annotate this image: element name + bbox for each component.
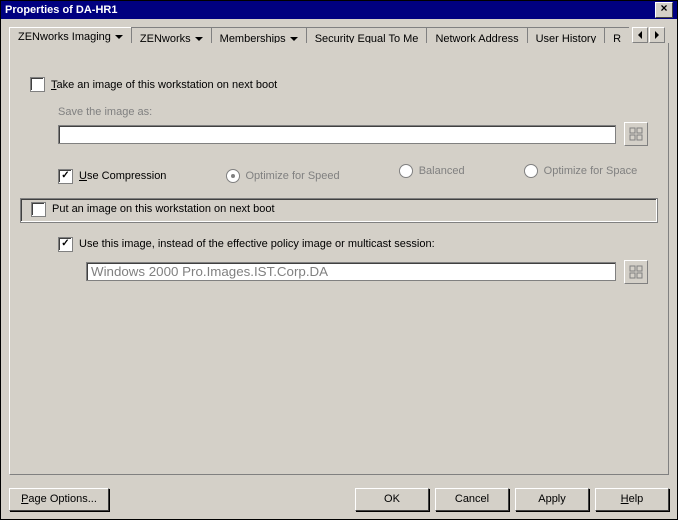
opt-speed-radio: Optimize for Speed — [226, 169, 340, 183]
window-title: Properties of DA-HR1 — [5, 1, 117, 19]
chevron-down-icon — [195, 37, 203, 41]
tab-scroll-right-button[interactable] — [649, 27, 665, 43]
checkbox-box — [31, 202, 46, 217]
opt-balanced-radio: Balanced — [399, 164, 465, 178]
take-image-label: Take an image of this workstation on nex… — [51, 79, 277, 91]
browse-icon — [629, 265, 643, 279]
browse-icon — [629, 127, 643, 141]
radio-dot — [226, 169, 240, 183]
cancel-button[interactable]: Cancel — [435, 488, 509, 511]
triangle-left-icon — [638, 31, 642, 39]
tab-label: ZENworks Imaging — [18, 31, 111, 43]
use-this-image-label: Use this image, instead of the effective… — [79, 238, 435, 250]
save-image-input — [58, 125, 616, 144]
apply-button[interactable]: Apply — [515, 488, 589, 511]
checkbox-box — [30, 77, 45, 92]
save-image-label: Save the image as: — [58, 106, 152, 118]
use-compression-label: Use Compression — [79, 170, 166, 182]
chevron-down-icon — [290, 37, 298, 41]
page-options-button[interactable]: Page Options... — [9, 488, 109, 511]
radio-dot — [399, 164, 413, 178]
tab-scroll-left-button[interactable] — [632, 27, 648, 43]
help-button[interactable]: Help — [595, 488, 669, 511]
put-image-label: Put an image on this workstation on next… — [52, 203, 275, 215]
opt-space-radio: Optimize for Space — [524, 164, 638, 178]
chevron-down-icon — [115, 35, 123, 39]
take-image-checkbox[interactable]: Take an image of this workstation on nex… — [30, 77, 277, 92]
image-path-input — [86, 262, 616, 281]
use-this-image-checkbox[interactable]: Use this image, instead of the effective… — [58, 237, 435, 252]
checkbox-box — [58, 237, 73, 252]
content-pane: Take an image of this workstation on nex… — [9, 43, 669, 475]
opt-speed-label: Optimize for Speed — [246, 170, 340, 182]
opt-balanced-label: Balanced — [419, 165, 465, 177]
footer-bar: Page Options... OK Cancel Apply Help — [9, 488, 669, 511]
radio-dot — [524, 164, 538, 178]
close-button[interactable]: × — [655, 2, 673, 18]
use-compression-checkbox[interactable]: Use Compression — [58, 169, 166, 184]
properties-window: Properties of DA-HR1 × ZENworks Imaging … — [0, 0, 678, 520]
checkbox-box — [58, 169, 73, 184]
title-bar: Properties of DA-HR1 × — [1, 1, 677, 19]
browse-image-button[interactable] — [624, 260, 648, 284]
triangle-right-icon — [655, 31, 659, 39]
put-image-checkbox[interactable]: Put an image on this workstation on next… — [23, 201, 283, 218]
browse-save-button[interactable] — [624, 122, 648, 146]
opt-space-label: Optimize for Space — [544, 165, 638, 177]
ok-button[interactable]: OK — [355, 488, 429, 511]
